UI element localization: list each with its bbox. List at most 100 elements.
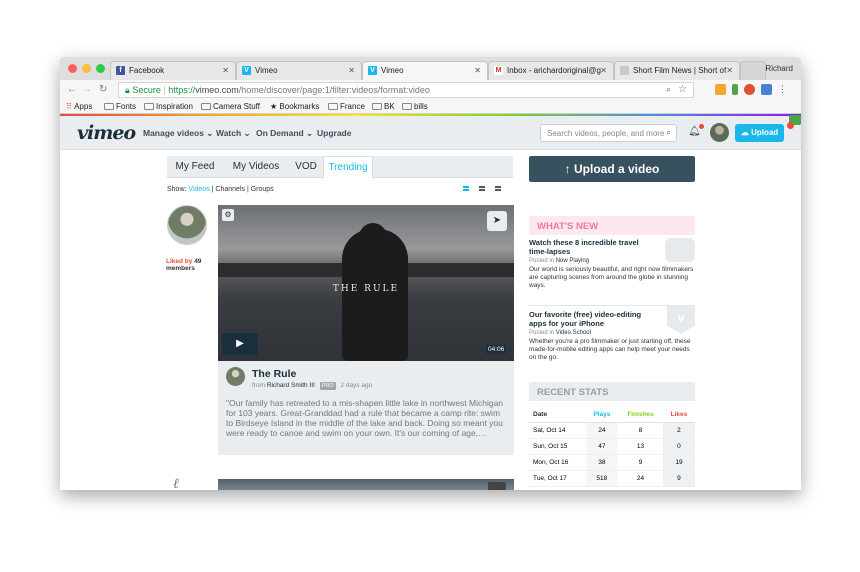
extension-icon[interactable] [732,84,738,95]
zoom-window-button[interactable] [96,64,105,73]
liked-by-count: 49 [194,258,202,265]
filter-channels[interactable]: Channels [215,186,245,193]
nav-upgrade[interactable]: Upgrade [317,128,351,138]
vimeo-icon: V [242,66,251,75]
search-input[interactable]: Search videos, people, and more ⌕ [540,124,677,142]
tab-trending[interactable]: Trending [323,156,373,178]
news-title[interactable]: Our favorite (free) video-editing apps f… [529,310,647,328]
close-tab-icon[interactable]: ✕ [474,66,481,75]
url-scheme: https:// [168,85,196,95]
news-title[interactable]: Watch these 8 incredible travel time-lap… [529,238,647,256]
url-bar[interactable]: 🔒︎ Secure | https://vimeo.com/home/disco… [118,82,694,98]
tab-vimeo-active[interactable]: V Vimeo ✕ [362,61,488,80]
close-window-button[interactable] [68,64,77,73]
menu-dots-icon[interactable]: ⋮ [778,84,787,95]
bookmark-label: BK [384,102,395,111]
posted-in-label: Posted in [529,330,555,336]
zoom-icon[interactable]: ⌕ [666,84,671,95]
tab-label: Facebook [129,66,165,75]
author-link[interactable]: Richard Smith III [267,382,315,389]
profile-name[interactable]: Richard [765,64,793,73]
extension-icon[interactable] [715,84,726,95]
detail-view-icon[interactable] [495,186,501,191]
pro-badge: PRO [319,382,336,390]
author-avatar[interactable] [226,367,245,386]
notification-dot [698,124,704,129]
nav-watch[interactable]: Watch ⌄ [216,128,251,139]
reload-icon[interactable]: ↻ [99,84,107,95]
bookmark-label: bills [414,102,428,111]
cloud-upload-icon: ☁︎ [740,128,749,137]
minimize-window-button[interactable] [82,64,91,73]
user-avatar[interactable] [710,123,729,142]
filter-groups[interactable]: Groups [251,186,274,193]
play-button[interactable]: ▶ [222,333,258,355]
list-view-icon[interactable] [463,186,469,191]
notifications-bell-icon[interactable]: 🔔︎ [688,124,704,137]
upload-video-button[interactable]: ↑ Upload a video [529,156,695,182]
video-description: "Our family has retreated to a mis-shape… [226,398,504,438]
search-placeholder: Search videos, people, and more [547,129,665,138]
alert-badge-icon [787,122,794,129]
close-tab-icon[interactable]: ✕ [726,66,733,75]
bookmark-bookmarks[interactable]: ★ Bookmarks [270,102,319,111]
video-thumbnail[interactable]: THE RULE ⚙︎ ➤ ▶ 04:06 [218,205,514,361]
bookmark-apps[interactable]: ⠿ Apps [66,102,92,111]
next-video-thumbnail[interactable] [218,479,514,490]
extension-icon[interactable] [744,84,755,95]
stat-date: Tue, Oct 17 [529,470,586,487]
tab-vod[interactable]: VOD [289,156,323,178]
bookmark-inspiration[interactable]: Inspiration [144,102,193,111]
bookmark-france[interactable]: France [328,102,365,111]
facebook-icon: f [116,66,125,75]
tab-gmail[interactable]: M Inbox - arichardoriginal@g ✕ [488,61,614,80]
news-category[interactable]: Video School [556,330,591,336]
vimeo-logo[interactable]: vimeo [77,122,136,144]
nav-manage-videos[interactable]: Manage videos ⌄ [143,128,213,139]
stat-plays: 24 [585,422,619,439]
bookmark-label: Fonts [116,102,137,111]
url-host: vimeo.com [195,85,239,95]
tab-my-videos[interactable]: My Videos [223,156,289,178]
tab-vimeo[interactable]: V Vimeo ✕ [236,61,362,80]
tab-short-film-news[interactable]: Short Film News | Short of ✕ [614,61,740,80]
secure-label: Secure [132,85,161,95]
tab-facebook[interactable]: f Facebook ✕ [110,61,236,80]
news-item[interactable]: Our favorite (free) video-editing apps f… [529,305,695,362]
send-icon[interactable]: ➤ [487,211,507,231]
bookmark-camera-stuff[interactable]: Camera Stuff [201,102,260,111]
gear-icon[interactable]: ⚙︎ [222,209,234,221]
vimeo-icon: V [368,66,377,75]
close-tab-icon[interactable]: ✕ [600,66,607,75]
send-icon[interactable] [488,482,506,490]
stat-date: Mon, Oct 16 [529,454,586,471]
col-finishes: Finishes [618,407,663,423]
close-tab-icon[interactable]: ✕ [348,66,355,75]
news-item[interactable]: Watch these 8 incredible travel time-lap… [529,238,695,290]
new-tab-button[interactable] [740,61,766,80]
page-icon [620,66,629,75]
bookmark-fonts[interactable]: Fonts [104,102,136,111]
next-author-avatar[interactable]: ℓ [173,476,179,490]
bookmark-bk[interactable]: BK [372,102,395,111]
bookmark-bills[interactable]: bills [402,102,428,111]
extension-icon[interactable] [761,84,772,95]
nav-on-demand[interactable]: On Demand ⌄ [256,128,313,139]
search-icon[interactable]: ⌕ [667,128,671,138]
grid-view-icon[interactable] [479,186,485,191]
tab-label: Short Film News | Short of [633,66,727,75]
news-category[interactable]: Now Playing [556,258,589,264]
forward-icon[interactable]: → [82,84,92,95]
upload-button[interactable]: ☁︎ Upload [735,124,784,142]
back-icon[interactable]: ← [67,84,77,95]
video-title[interactable]: The Rule [252,368,296,380]
bookmark-star-icon[interactable]: ☆ [678,84,687,95]
filter-videos[interactable]: Videos [188,186,209,193]
close-tab-icon[interactable]: ✕ [222,66,229,75]
liker-avatar[interactable] [167,205,207,245]
show-filter: Show: Videos | Channels | Groups [167,186,274,193]
tab-my-feed[interactable]: My Feed [167,156,223,178]
table-row: Sun, Oct 15 47 13 0 [529,438,695,455]
table-row: Sat, Oct 14 24 8 2 [529,422,695,439]
url-path: /home/discover/page:1/filter:videos/form… [238,85,430,95]
